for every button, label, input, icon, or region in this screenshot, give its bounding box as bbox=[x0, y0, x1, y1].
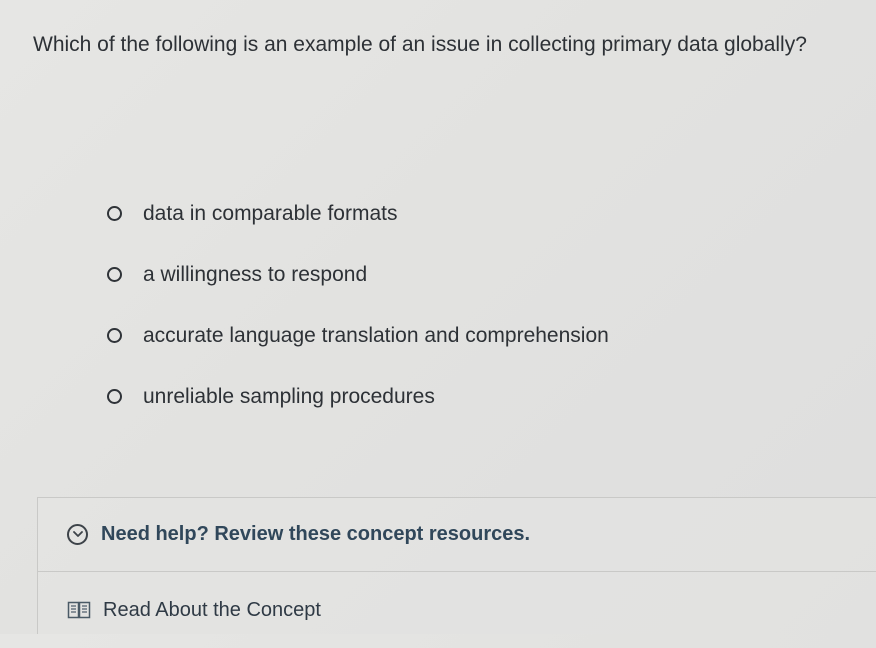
option-4[interactable]: unreliable sampling procedures bbox=[107, 366, 807, 427]
chevron-down-circle-icon[interactable] bbox=[67, 524, 88, 545]
help-panel: Need help? Review these concept resource… bbox=[37, 497, 876, 634]
resource-link[interactable]: Read About the Concept bbox=[103, 599, 321, 622]
radio-button[interactable] bbox=[107, 389, 122, 404]
book-icon bbox=[67, 600, 91, 620]
option-label: data in comparable formats bbox=[143, 201, 398, 225]
option-label: accurate language translation and compre… bbox=[143, 323, 609, 347]
option-3[interactable]: accurate language translation and compre… bbox=[107, 305, 807, 366]
option-2[interactable]: a willingness to respond bbox=[107, 244, 807, 305]
answer-options: data in comparable formats a willingness… bbox=[107, 183, 807, 427]
resource-read-concept[interactable]: Read About the Concept bbox=[38, 572, 876, 648]
radio-button[interactable] bbox=[107, 328, 122, 343]
option-1[interactable]: data in comparable formats bbox=[107, 183, 807, 244]
question-text: Which of the following is an example of … bbox=[33, 33, 807, 56]
help-toggle[interactable]: Need help? Review these concept resource… bbox=[38, 498, 876, 572]
option-label: unreliable sampling procedures bbox=[143, 384, 435, 408]
help-title: Need help? Review these concept resource… bbox=[101, 523, 531, 545]
radio-button[interactable] bbox=[107, 206, 122, 221]
option-label: a willingness to respond bbox=[143, 262, 368, 286]
radio-button[interactable] bbox=[107, 267, 122, 282]
